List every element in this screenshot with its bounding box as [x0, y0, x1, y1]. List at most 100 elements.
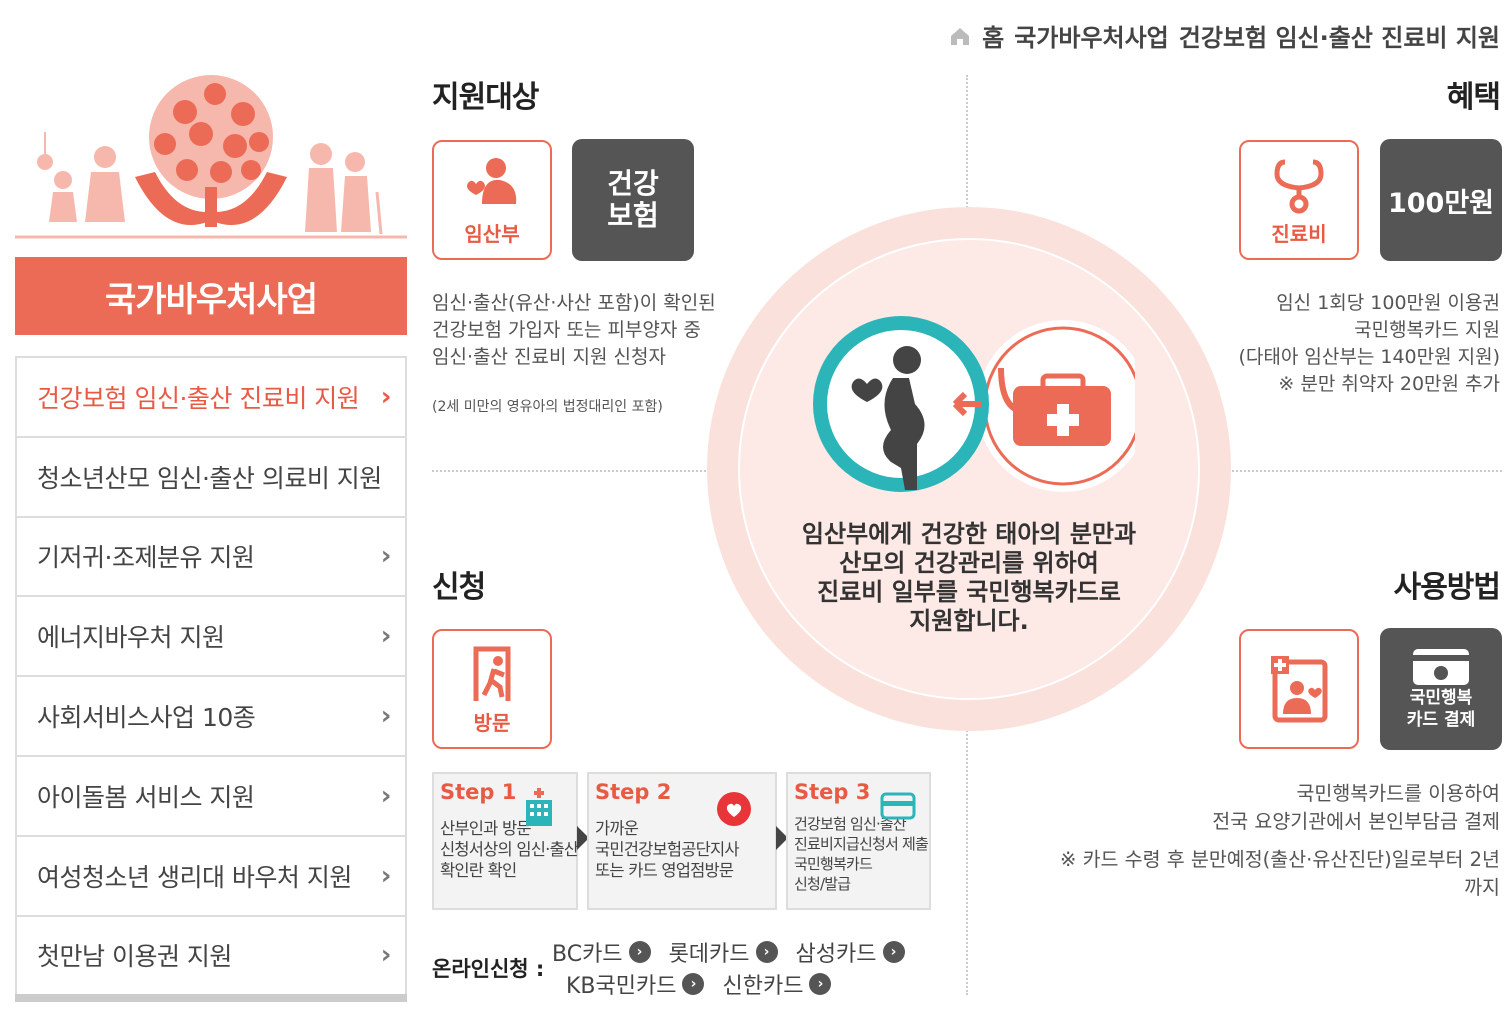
arrow-circle-icon: ›: [628, 941, 651, 963]
sidebar-item-social-service[interactable]: 사회서비스사업 10종 ›: [17, 677, 405, 757]
benefit-line: ※ 분만 취약자 20만원 추가: [1278, 373, 1500, 395]
center-line: 지원합니다.: [909, 607, 1029, 635]
bc-card-link[interactable]: BC카드 ›: [552, 936, 651, 968]
family-tree-illustration: [15, 75, 407, 239]
sidebar-item-label: 에너지바우처 지원: [37, 623, 225, 653]
lotte-card-link[interactable]: 롯데카드 ›: [669, 936, 778, 968]
chevron-right-icon: ›: [380, 621, 392, 652]
step-line: 국민행복카드: [794, 855, 873, 873]
sidebar-item-pregnancy-support[interactable]: 건강보험 임신·출산 진료비 지원 ›: [17, 358, 405, 438]
step-line: 확인란 확인: [440, 861, 517, 880]
target-section-title: 지원대상: [432, 80, 539, 115]
chevron-right-icon: ›: [380, 940, 392, 971]
sidebar-item-label: 아이돌봄 서비스 지원: [37, 782, 255, 812]
hospital-icon: [526, 788, 552, 826]
target-line: 임신·출산(유산·사산 포함)이 확인된: [432, 292, 716, 314]
card-links-row-2: KB국민카드 › 신한카드 ›: [566, 968, 832, 1000]
sidebar-item-energy-voucher[interactable]: 에너지바우처 지원 ›: [17, 597, 405, 678]
sidebar-title: 국가바우처사업: [15, 257, 407, 335]
card-icon: [880, 792, 916, 820]
target-note: (2세 미만의 영유아의 법정대리인 포함): [432, 399, 663, 415]
benefit-line: 국민행복카드 지원: [1354, 319, 1500, 341]
sidebar-item-label: 건강보험 임신·출산 진료비 지원: [37, 383, 360, 413]
sidebar-item-diaper-formula[interactable]: 기저귀·조제분유 지원 ›: [17, 518, 405, 598]
online-apply-label: 온라인신청 :: [432, 957, 545, 981]
card-payment-box: 국민행복 카드 결제: [1380, 628, 1502, 750]
chevron-right-icon: ›: [380, 780, 392, 811]
chevron-right-icon: ›: [380, 701, 392, 732]
samsung-card-link[interactable]: 삼성카드 ›: [796, 936, 905, 968]
breadcrumb-current: 건강보험 임신·출산 진료비 지원: [1178, 24, 1500, 52]
usage-line: ※ 카드 수령 후 분만예정(출산·유산진단)일로부터 2년: [1060, 848, 1500, 871]
amount-box: 100만원: [1380, 139, 1502, 261]
sidebar-item-first-meeting[interactable]: 첫만남 이용권 지원 ›: [17, 917, 405, 997]
usage-line: 국민행복카드를 이용하여: [1296, 782, 1500, 805]
target-line: 건강보험 가입자 또는 피부양자 중: [432, 319, 701, 341]
shinhan-card-link[interactable]: 신한카드 ›: [722, 968, 832, 1000]
pregnant-woman-icon: [467, 157, 517, 204]
apply-section-title: 신청: [432, 570, 486, 605]
sidebar-item-label: 여성청소년 생리대 바우처 지원: [37, 862, 352, 892]
center-line: 진료비 일부를 국민행복카드로: [817, 578, 1121, 606]
medical-record-icon: [1271, 656, 1328, 723]
health-insurance-box: 건강 보험: [572, 139, 694, 261]
sidebar-menu: 건강보험 임신·출산 진료비 지원 › 청소년산모 임신·출산 의료비 지원 기저…: [15, 356, 407, 997]
sidebar-item-child-care[interactable]: 아이돌봄 서비스 지원 ›: [17, 757, 405, 837]
center-line: 임산부에게 건강한 태아의 분만과: [801, 520, 1137, 548]
visit-box: 방문: [432, 629, 552, 749]
visit-label: 방문: [473, 710, 511, 735]
card-link-label: 롯데카드: [668, 942, 750, 967]
card-link-label: 삼성카드: [795, 942, 877, 967]
benefit-line: (다태아 임산부는 140만원 지원): [1238, 346, 1501, 368]
pregnant-woman-box: 임산부: [432, 140, 552, 260]
stethoscope-icon: [1274, 159, 1324, 213]
step-line: 신청서상의 임신·출산: [440, 840, 579, 859]
step-1-card: Step 1 산부인과 방문 신청서상의 임신·출산 확인란 확인: [432, 772, 579, 910]
pregnant-woman-medical-icon: [813, 316, 1135, 492]
usage-line: 전국 요양기관에서 본인부담금 결제: [1212, 810, 1500, 833]
arrow-circle-icon: ›: [682, 973, 705, 995]
card-payment-label: 국민행복 카드 결제: [1406, 688, 1476, 730]
kb-card-link[interactable]: KB국민카드 ›: [566, 968, 705, 1000]
sidebar-bottom-bar: [15, 994, 407, 1002]
breadcrumb: 홈 국가바우처사업 건강보험 임신·출산 진료비 지원: [948, 18, 1500, 53]
center-description: 임산부에게 건강한 태아의 분만과 산모의 건강관리를 위하여 진료비 일부를 …: [740, 520, 1198, 636]
sidebar-item-teen-mother[interactable]: 청소년산모 임신·출산 의료비 지원: [17, 438, 405, 518]
hospital-patient-box: [1239, 629, 1359, 749]
step-line: 또는 카드 영업점방문: [595, 861, 734, 880]
pregnant-woman-label: 임산부: [464, 221, 520, 246]
usage-line: 까지: [1464, 876, 1500, 899]
card-link-label: KB국민카드: [566, 974, 677, 999]
chevron-right-icon: ›: [380, 541, 392, 572]
center-line: 산모의 건강관리를 위하여: [839, 549, 1099, 577]
step-2-card: Step 2 가까운 국민건강보험공단지사 또는 카드 영업점방문: [587, 772, 777, 910]
step-1-text: 산부인과 방문 신청서상의 임신·출산 확인란 확인: [440, 818, 579, 881]
sidebar-item-label: 청소년산모 임신·출산 의료비 지원: [37, 463, 382, 493]
chevron-right-icon: ›: [380, 381, 392, 412]
sidebar-item-sanitary-pad[interactable]: 여성청소년 생리대 바우처 지원 ›: [17, 837, 405, 917]
medical-fee-box: 진료비: [1239, 140, 1359, 260]
arrow-circle-icon: ›: [882, 941, 905, 963]
card-link-label: BC카드: [552, 942, 623, 967]
breadcrumb-category[interactable]: 국가바우처사업: [1014, 18, 1169, 53]
target-line: 임신·출산 진료비 지원 신청자: [432, 346, 666, 368]
usage-section-title: 사용방법: [1393, 570, 1501, 605]
card-link-label: 신한카드: [722, 974, 804, 999]
card-links-row-1: BC카드 › 롯데카드 › 삼성카드 ›: [552, 936, 905, 968]
arrow-circle-icon: ›: [755, 941, 778, 963]
happy-card-icon: [1413, 649, 1469, 685]
visit-door-icon: [473, 646, 511, 701]
usage-description: 국민행복카드를 이용하여 전국 요양기관에서 본인부담금 결제 ※ 카드 수령 …: [1060, 780, 1500, 902]
step-line: 진료비지급신청서 제출: [794, 835, 929, 853]
sidebar-item-label: 기저귀·조제분유 지원: [37, 543, 255, 573]
sidebar-item-label: 사회서비스사업 10종: [37, 703, 256, 733]
sidebar-item-label: 첫만남 이용권 지원: [37, 942, 232, 972]
benefit-section-title: 혜택: [1446, 80, 1501, 115]
step-line: 신청/발급: [794, 875, 851, 893]
step-line: 국민건강보험공단지사: [595, 840, 740, 859]
medical-fee-label: 진료비: [1271, 221, 1327, 246]
breadcrumb-home[interactable]: 홈: [982, 18, 1004, 53]
step-3-card: Step 3 건강보험 임신·출산 진료비지급신청서 제출 국민행복카드 신청/…: [786, 772, 931, 910]
home-icon[interactable]: [948, 24, 972, 48]
arrow-circle-icon: ›: [809, 973, 832, 995]
